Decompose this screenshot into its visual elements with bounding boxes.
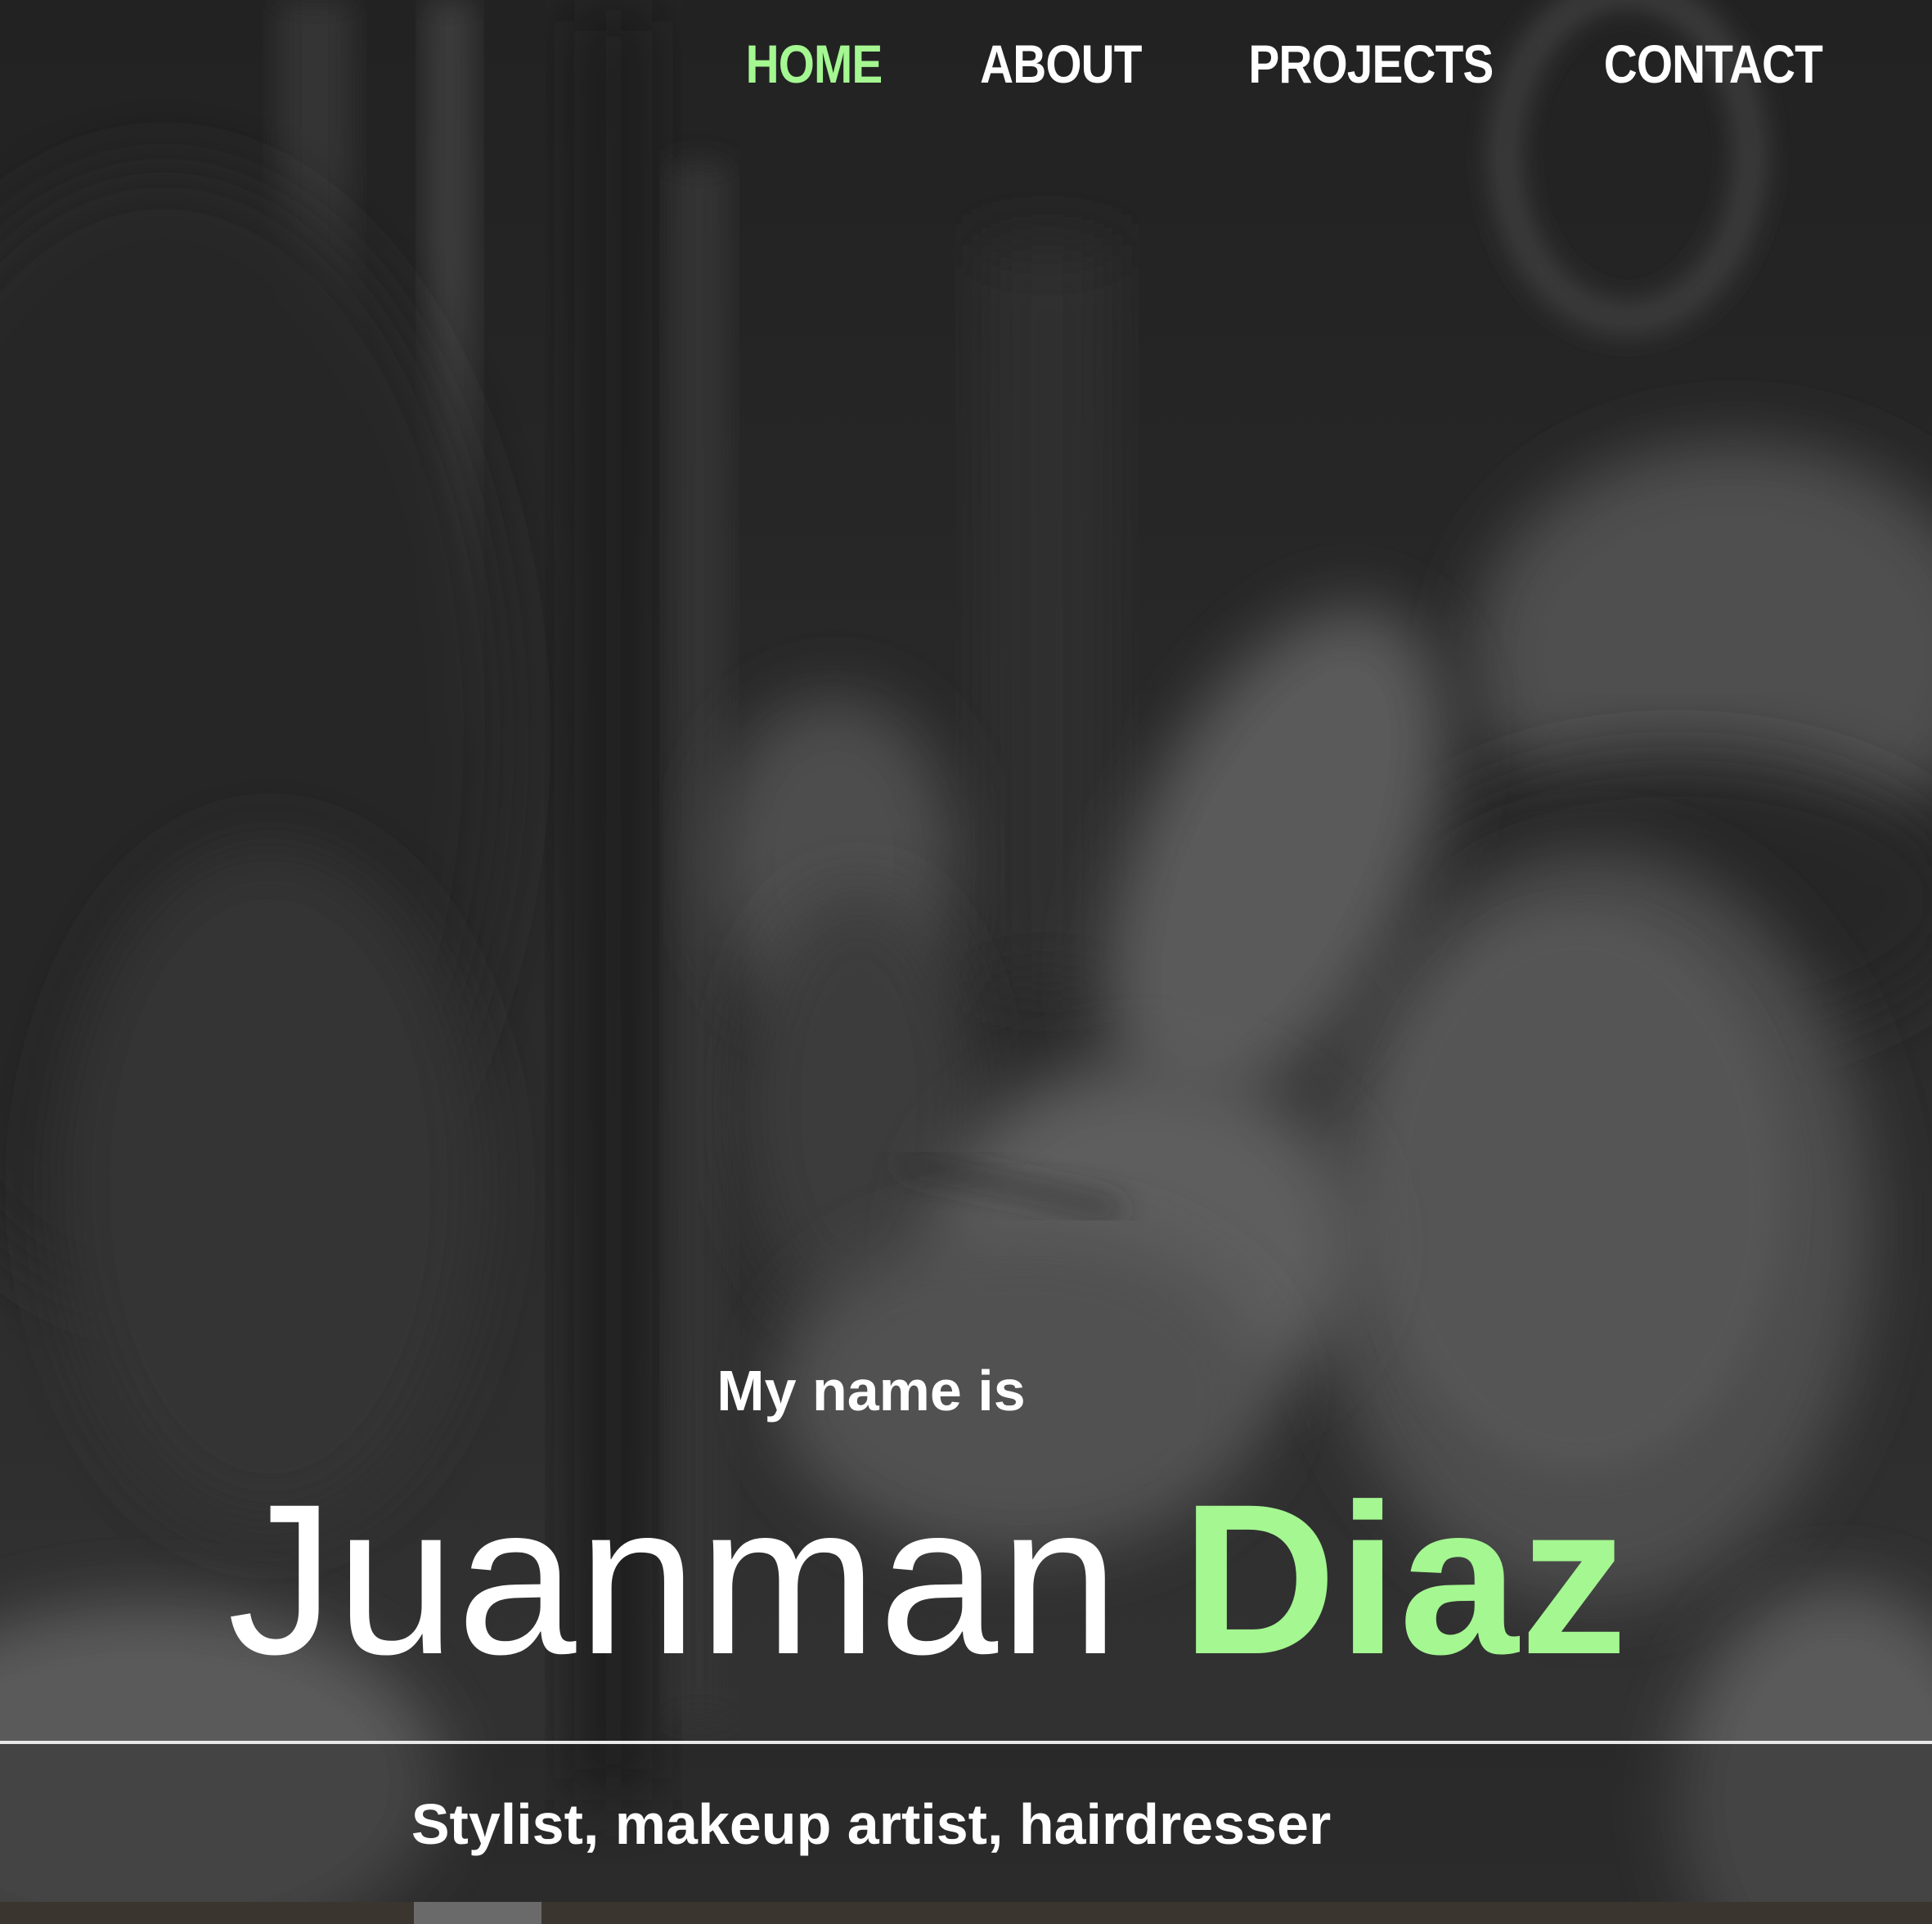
nav-projects-link[interactable]: PROJECTS [1248, 33, 1494, 95]
hero-first-name: Juanman [227, 1459, 1121, 1699]
next-section-strip [0, 1902, 1932, 1924]
hero-tagline: Stylist, makeup artist, hairdresser [411, 1792, 1332, 1856]
page: HOME ABOUT PROJECTS CONTACT My name is J… [0, 0, 1932, 1924]
next-section-tab [414, 1902, 541, 1924]
hero-intro-text: My name is [717, 1359, 1026, 1423]
nav-about-link[interactable]: ABOUT [980, 33, 1142, 95]
nav-home-link[interactable]: HOME [745, 33, 883, 95]
main-nav: HOME ABOUT PROJECTS CONTACT [735, 33, 1840, 95]
hero-last-name: Diaz [1181, 1459, 1629, 1699]
hero-name-heading: Juanman Diaz [227, 1472, 1629, 1687]
nav-contact-link[interactable]: CONTACT [1604, 33, 1823, 95]
